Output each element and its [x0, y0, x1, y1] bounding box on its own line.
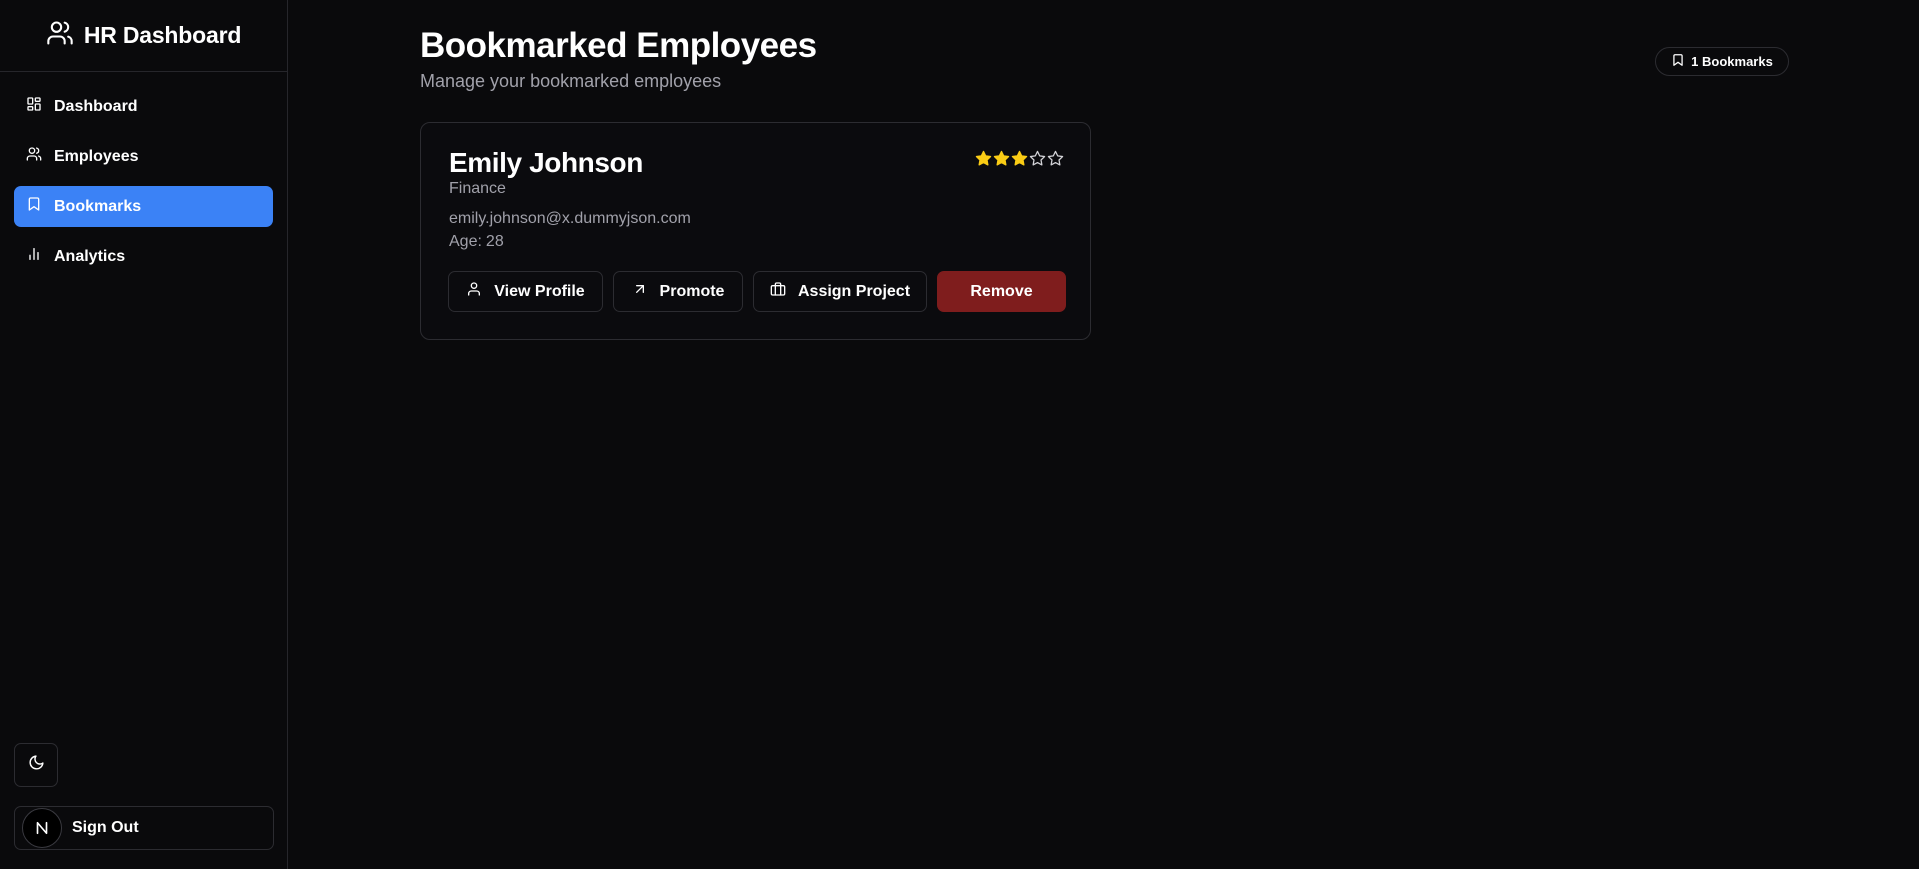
employee-rating — [975, 150, 1064, 167]
bar-chart-icon — [26, 246, 42, 267]
main-content: Bookmarked Employees Manage your bookmar… — [288, 0, 1919, 869]
page-subtitle: Manage your bookmarked employees — [420, 71, 722, 91]
sidebar-item-employees[interactable]: Employees — [14, 136, 273, 177]
view-profile-button[interactable]: View Profile — [448, 271, 603, 312]
employee-age-label: Age: — [449, 233, 482, 250]
remove-label: Remove — [970, 282, 1033, 300]
brand-header: HR Dashboard — [0, 0, 287, 72]
bookmark-icon — [26, 196, 42, 217]
sidebar-item-bookmarks[interactable]: Bookmarks — [14, 186, 273, 227]
brand-title: HR Dashboard — [83, 22, 242, 48]
assign-project-label: Assign Project — [797, 282, 911, 300]
app-root: HR Dashboard Dashboard Employees Bookmar… — [0, 0, 1919, 869]
employee-department: Finance — [449, 180, 506, 197]
sidebar: HR Dashboard Dashboard Employees Bookmar… — [0, 0, 288, 869]
promote-button[interactable]: Promote — [613, 271, 743, 312]
layout-dashboard-icon — [26, 96, 42, 117]
briefcase-icon — [770, 281, 786, 302]
star-filled-icon — [1011, 150, 1028, 167]
sidebar-item-analytics[interactable]: Analytics — [14, 236, 273, 277]
avatar — [22, 808, 62, 848]
sidebar-item-dashboard[interactable]: Dashboard — [14, 86, 273, 127]
employee-age-value: 28 — [485, 233, 504, 250]
sidebar-nav: Dashboard Employees Bookmarks Analytics — [0, 72, 287, 277]
employee-age: Age: 28 — [449, 233, 504, 251]
user-icon — [466, 281, 482, 302]
sidebar-item-label: Analytics — [54, 247, 126, 265]
remove-button[interactable]: Remove — [937, 271, 1066, 312]
theme-toggle-button[interactable] — [14, 743, 58, 787]
sidebar-item-label: Bookmarks — [54, 197, 142, 215]
star-filled-icon — [993, 150, 1010, 167]
sign-out-label: Sign Out — [72, 819, 139, 836]
sidebar-item-label: Employees — [54, 147, 139, 165]
arrow-up-right-icon — [632, 281, 648, 302]
promote-label: Promote — [659, 282, 725, 300]
bookmark-count-label: 1 Bookmarks — [1691, 54, 1773, 69]
sign-out-button[interactable]: Sign Out — [14, 806, 274, 850]
star-filled-icon — [975, 150, 992, 167]
employee-actions: View Profile Promote Assign Project Remo… — [448, 271, 1066, 312]
sidebar-item-label: Dashboard — [54, 97, 138, 115]
employee-card: Emily Johnson Finance emily.johnson@x.du… — [420, 122, 1091, 340]
employee-email: emily.johnson@x.dummyjson.com — [449, 210, 691, 227]
bookmark-count-badge: 1 Bookmarks — [1655, 47, 1789, 76]
employee-name: Emily Johnson — [449, 147, 643, 178]
star-empty-icon — [1047, 150, 1064, 167]
assign-project-button[interactable]: Assign Project — [753, 271, 927, 312]
page-title: Bookmarked Employees — [420, 26, 817, 65]
avatar-letter-icon — [36, 821, 48, 835]
bookmark-icon — [1671, 53, 1685, 70]
users-icon — [26, 146, 42, 167]
view-profile-label: View Profile — [494, 282, 585, 300]
users-icon — [46, 19, 74, 52]
star-empty-icon — [1029, 150, 1046, 167]
moon-icon — [28, 754, 45, 776]
